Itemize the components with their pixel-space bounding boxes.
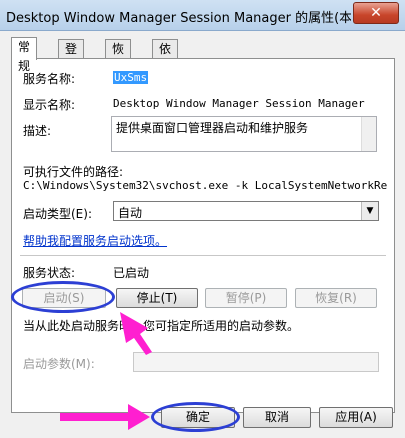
help-configure-link[interactable]: 帮助我配置服务启动选项。: [23, 232, 167, 249]
close-icon: ✕: [370, 5, 382, 21]
tab-recovery[interactable]: 恢复: [105, 39, 132, 75]
general-panel: 服务名称: UxSms 显示名称: Desktop Window Manager…: [11, 58, 395, 413]
cancel-button[interactable]: 取消: [243, 407, 311, 428]
startup-type-dropdown[interactable]: 自动 ▼: [113, 201, 379, 221]
exe-path-label: 可执行文件的路径:: [23, 165, 124, 179]
service-status-label: 服务状态:: [23, 266, 76, 280]
separator-1: [20, 255, 386, 256]
tab-general[interactable]: 常规: [11, 37, 38, 73]
service-name-value[interactable]: UxSms: [113, 71, 149, 84]
startup-type-label: 启动类型(E):: [23, 207, 92, 221]
pause-button[interactable]: 暂停(P): [205, 288, 287, 308]
description-box[interactable]: 提供桌面窗口管理器启动和维护服务: [111, 116, 377, 152]
description-scrollbar[interactable]: [361, 117, 376, 151]
service-name-label: 服务名称:: [23, 72, 76, 86]
start-params-label: 启动参数(M):: [23, 357, 95, 371]
window-title: Desktop Window Manager Session Manager 的…: [6, 11, 351, 26]
service-status-value: 已启动: [113, 266, 150, 280]
description-label: 描述:: [23, 124, 52, 138]
resume-button[interactable]: 恢复(R): [295, 288, 377, 308]
tab-logon[interactable]: 登录: [58, 39, 85, 75]
dropdown-arrow-icon: ▼: [361, 202, 378, 220]
tab-dependencies[interactable]: 依存关系: [152, 39, 179, 113]
startup-type-value: 自动: [118, 206, 143, 220]
description-value: 提供桌面窗口管理器启动和维护服务: [116, 121, 309, 135]
start-params-input[interactable]: [133, 352, 379, 372]
stop-button[interactable]: 停止(T): [116, 288, 198, 308]
ok-button[interactable]: 确定: [161, 407, 235, 428]
start-params-note: 当从此处启动服务时，您可指定所适用的启动参数。: [23, 319, 300, 333]
apply-button[interactable]: 应用(A): [319, 407, 393, 428]
exe-path-value[interactable]: C:\Windows\System32\svchost.exe -k Local…: [23, 179, 387, 192]
display-name-label: 显示名称:: [23, 98, 76, 112]
properties-dialog: 常规 登录 恢复 依存关系 服务名称: UxSms 显示名称: Desktop …: [5, 31, 399, 431]
close-button[interactable]: ✕: [353, 2, 399, 24]
start-button[interactable]: 启动(S): [22, 288, 106, 308]
display-name-value[interactable]: Desktop Window Manager Session Manager: [113, 97, 365, 110]
title-bar: Desktop Window Manager Session Manager 的…: [0, 0, 405, 31]
